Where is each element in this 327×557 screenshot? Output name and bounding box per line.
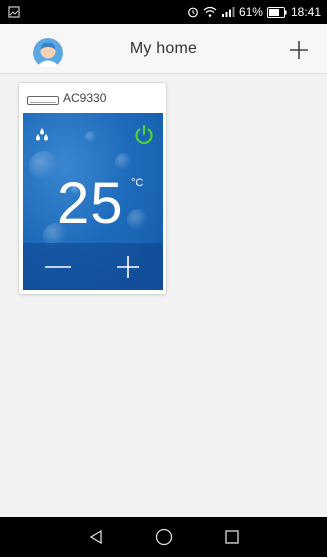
plus-icon bbox=[117, 255, 139, 278]
user-avatar-icon[interactable] bbox=[33, 38, 63, 68]
temperature-controls bbox=[23, 243, 163, 290]
home-icon bbox=[155, 528, 172, 546]
device-card-header: AC9330 bbox=[19, 83, 166, 113]
device-card[interactable]: AC9330 25 °C bbox=[18, 82, 167, 295]
plus-icon bbox=[290, 41, 308, 59]
app-header: My home bbox=[0, 24, 327, 74]
status-time: 18:41 bbox=[290, 5, 321, 19]
status-bar-left bbox=[8, 6, 20, 18]
wifi-icon bbox=[203, 6, 217, 18]
power-icon bbox=[135, 124, 153, 145]
status-bar: 61% 18:41 bbox=[0, 0, 327, 24]
increase-temperature-button[interactable] bbox=[93, 243, 163, 290]
recents-button[interactable] bbox=[220, 525, 244, 549]
system-navigation-bar bbox=[0, 517, 327, 557]
battery-percent: 61% bbox=[238, 5, 263, 19]
home-button[interactable] bbox=[152, 525, 176, 549]
battery-icon bbox=[266, 6, 287, 18]
decrease-temperature-button[interactable] bbox=[23, 243, 93, 290]
add-device-button[interactable] bbox=[285, 36, 313, 64]
page-title: My home bbox=[129, 39, 198, 57]
back-button[interactable] bbox=[84, 525, 108, 549]
water-drops-icon[interactable] bbox=[34, 127, 50, 143]
bubble-decoration bbox=[85, 131, 97, 143]
air-conditioner-icon bbox=[27, 93, 59, 105]
temperature-unit: °C bbox=[131, 177, 144, 189]
temperature-value: 25 bbox=[57, 171, 124, 236]
device-name: AC9330 bbox=[63, 91, 107, 105]
temperature-display: 25 °C bbox=[23, 169, 163, 239]
status-bar-right: 61% 18:41 bbox=[187, 5, 321, 19]
power-button[interactable] bbox=[133, 124, 155, 146]
minus-icon bbox=[45, 265, 71, 268]
back-icon bbox=[89, 529, 102, 545]
device-list: AC9330 25 °C bbox=[0, 75, 327, 517]
recents-icon bbox=[224, 530, 239, 544]
signal-icon bbox=[221, 6, 235, 18]
alarm-icon bbox=[187, 6, 199, 18]
image-icon bbox=[8, 6, 20, 18]
ac-control-panel: 25 °C bbox=[23, 113, 163, 290]
